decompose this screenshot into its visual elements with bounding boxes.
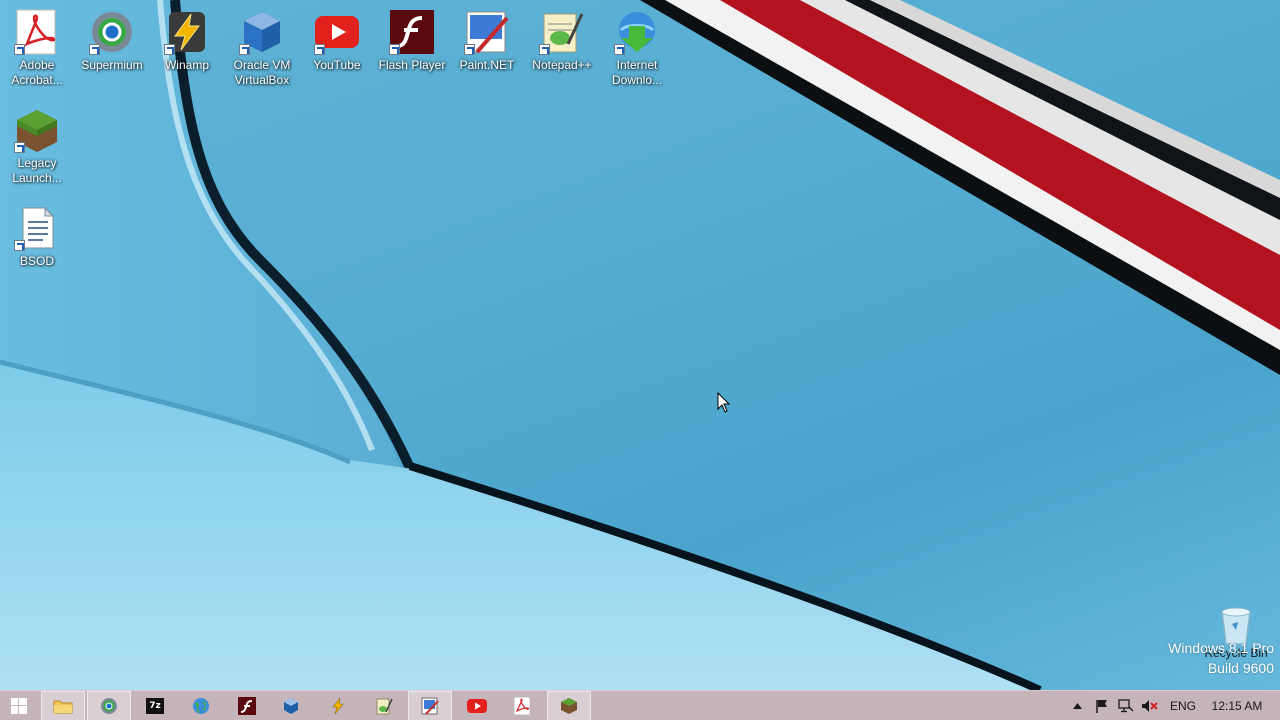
desktop[interactable]: Adobe Acrobat... Supermium Winamp Oracle… [0, 0, 1280, 690]
start-button[interactable] [0, 691, 38, 721]
taskbar-7zip[interactable]: 7z [133, 691, 177, 721]
volume-muted-icon [1142, 700, 1158, 712]
action-center-button[interactable] [1092, 691, 1112, 721]
desktop-icon-label: Legacy Launch... [12, 156, 62, 185]
supermium-icon [101, 698, 117, 714]
desktop-icon-bsod[interactable]: BSOD [0, 196, 74, 269]
winamp-icon [332, 697, 344, 715]
desktop-icon-supermium[interactable]: Supermium [75, 0, 149, 73]
adobe-acrobat-icon [514, 697, 530, 715]
desktop-icon-label: Adobe Acrobat... [11, 58, 63, 87]
wallpaper-image [0, 0, 1280, 690]
desktop-icon-notepadpp[interactable]: Notepad++ [525, 0, 599, 73]
desktop-icon-label: Notepad++ [532, 58, 592, 72]
taskbar-notepadpp[interactable] [362, 691, 406, 721]
windows-logo-icon [11, 698, 27, 714]
supermium-icon [88, 8, 136, 56]
virtualbox-icon [238, 8, 286, 56]
desktop-icon-label: Oracle VM VirtualBox [233, 58, 291, 87]
desktop-icon-label: Supermium [81, 58, 143, 72]
desktop-icon-label: Winamp [164, 58, 209, 72]
taskbar-minecraft-launcher[interactable] [547, 691, 591, 721]
taskbar-file-explorer[interactable] [41, 691, 85, 721]
desktop-icon-label: Paint.NET [459, 58, 515, 72]
taskbar-virtualbox[interactable] [269, 691, 313, 721]
desktop-icon-label: YouTube [313, 58, 361, 72]
desktop-icon-adobe-acrobat[interactable]: Adobe Acrobat... [0, 0, 74, 88]
notepadpp-icon [538, 8, 586, 56]
taskbar-adobe-acrobat[interactable] [500, 691, 544, 721]
taskbar-paintnet[interactable] [408, 691, 452, 721]
network-icon [1118, 699, 1134, 713]
desktop-icon-youtube[interactable]: YouTube [300, 0, 374, 73]
windows-version-watermark: Windows 8.1 Pro Build 9600 [1168, 638, 1274, 678]
internet-download-manager-icon [613, 8, 661, 56]
desktop-icon-label: Flash Player [378, 58, 446, 72]
legacy-launcher-icon [13, 106, 61, 154]
watermark-build: Build 9600 [1207, 660, 1274, 676]
desktop-icon-flash-player[interactable]: Flash Player [375, 0, 449, 73]
input-language-indicator[interactable]: ENG [1166, 691, 1200, 721]
7zip-icon: 7z [146, 698, 164, 714]
notepadpp-icon [376, 698, 393, 715]
taskbar-winamp[interactable] [316, 691, 360, 721]
flash-player-icon [238, 697, 256, 715]
desktop-icon-paintnet[interactable]: Paint.NET [450, 0, 524, 73]
desktop-icon-virtualbox[interactable]: Oracle VM VirtualBox [225, 0, 299, 88]
chevron-up-icon [1072, 703, 1082, 709]
minecraft-block-icon [561, 698, 577, 714]
desktop-icon-label: BSOD [19, 254, 54, 268]
watermark-edition: Windows 8.1 Pro [1168, 640, 1274, 656]
document-icon [13, 204, 61, 252]
youtube-icon [467, 699, 487, 713]
virtualbox-icon [284, 698, 298, 714]
volume-button[interactable] [1140, 691, 1160, 721]
file-explorer-icon [53, 700, 73, 714]
flash-player-icon [388, 8, 436, 56]
adobe-acrobat-icon [13, 8, 61, 56]
flag-icon [1096, 700, 1107, 713]
network-button[interactable] [1116, 691, 1136, 721]
youtube-icon [313, 8, 361, 56]
show-hidden-icons-button[interactable] [1068, 691, 1086, 721]
mouse-cursor-icon [717, 392, 731, 413]
desktop-icon-winamp[interactable]: Winamp [150, 0, 224, 73]
desktop-icon-internet-download-manager[interactable]: Internet Downlo... [600, 0, 674, 88]
desktop-icon-legacy-launcher[interactable]: Legacy Launch... [0, 98, 74, 186]
taskbar-globe[interactable] [179, 691, 223, 721]
paintnet-icon [463, 8, 511, 56]
taskbar: 7z ENG 12:15 AM [0, 690, 1280, 721]
winamp-icon [163, 8, 211, 56]
paintnet-icon [421, 697, 439, 715]
taskbar-clock[interactable]: 12:15 AM [1204, 691, 1270, 721]
globe-icon [193, 698, 209, 714]
taskbar-youtube[interactable] [455, 691, 499, 721]
taskbar-supermium[interactable] [87, 691, 131, 721]
taskbar-flash-player[interactable] [225, 691, 269, 721]
desktop-icon-label: Internet Downlo... [611, 58, 663, 87]
